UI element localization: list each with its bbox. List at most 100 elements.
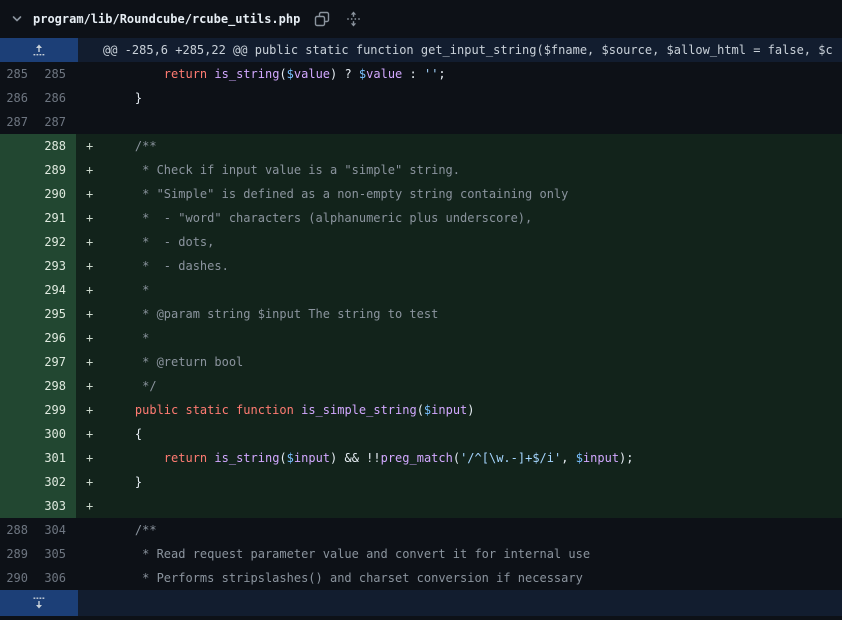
diff-row: 288304 /** bbox=[0, 518, 842, 542]
old-line-number[interactable] bbox=[0, 302, 38, 326]
old-line-number[interactable] bbox=[0, 374, 38, 398]
diff-row: 285285 return is_string($value) ? $value… bbox=[0, 62, 842, 86]
code-line: * Performs stripslashes() and charset co… bbox=[106, 566, 842, 590]
new-line-number[interactable]: 305 bbox=[38, 542, 76, 566]
chevron-down-icon[interactable] bbox=[10, 12, 24, 26]
diff-row: 297+ * @return bool bbox=[0, 350, 842, 374]
diff-row: 302+ } bbox=[0, 470, 842, 494]
diff-row: 289305 * Read request parameter value an… bbox=[0, 542, 842, 566]
old-line-number[interactable] bbox=[0, 422, 38, 446]
code-line: * Check if input value is a "simple" str… bbox=[106, 158, 842, 182]
code-line: * - dashes. bbox=[106, 254, 842, 278]
diff-marker: + bbox=[76, 398, 106, 422]
file-header: program/lib/Roundcube/rcube_utils.php bbox=[0, 0, 842, 38]
old-line-number[interactable]: 288 bbox=[0, 518, 38, 542]
code-line: * @param string $input The string to tes… bbox=[106, 302, 842, 326]
old-line-number[interactable] bbox=[0, 134, 38, 158]
diff-marker bbox=[76, 86, 106, 110]
new-line-number[interactable]: 292 bbox=[38, 230, 76, 254]
new-line-number[interactable]: 295 bbox=[38, 302, 76, 326]
old-line-number[interactable]: 286 bbox=[0, 86, 38, 110]
diff-row: 287287 bbox=[0, 110, 842, 134]
code-line bbox=[106, 494, 842, 518]
code-line: public static function is_simple_string(… bbox=[106, 398, 842, 422]
new-line-number[interactable]: 296 bbox=[38, 326, 76, 350]
diff-row: 290306 * Performs stripslashes() and cha… bbox=[0, 566, 842, 590]
new-line-number[interactable]: 291 bbox=[38, 206, 76, 230]
diff-marker: + bbox=[76, 134, 106, 158]
diff-row: 290+ * "Simple" is defined as a non-empt… bbox=[0, 182, 842, 206]
new-line-number[interactable]: 297 bbox=[38, 350, 76, 374]
new-line-number[interactable]: 302 bbox=[38, 470, 76, 494]
diff-row: 288+ /** bbox=[0, 134, 842, 158]
code-line: return is_string($value) ? $value : ''; bbox=[106, 62, 842, 86]
code-line: } bbox=[106, 470, 842, 494]
expand-down-button[interactable] bbox=[0, 590, 78, 616]
diff-viewer: program/lib/Roundcube/rcube_utils.php bbox=[0, 0, 842, 620]
old-line-number[interactable] bbox=[0, 494, 38, 518]
new-line-number[interactable]: 301 bbox=[38, 446, 76, 470]
diff-marker: + bbox=[76, 422, 106, 446]
old-line-number[interactable] bbox=[0, 446, 38, 470]
old-line-number[interactable] bbox=[0, 278, 38, 302]
new-line-number[interactable]: 290 bbox=[38, 182, 76, 206]
diff-row: 293+ * - dashes. bbox=[0, 254, 842, 278]
old-line-number[interactable]: 285 bbox=[0, 62, 38, 86]
diff-row: 303+ bbox=[0, 494, 842, 518]
new-line-number[interactable]: 298 bbox=[38, 374, 76, 398]
code-line: /** bbox=[106, 518, 842, 542]
old-line-number[interactable] bbox=[0, 326, 38, 350]
old-line-number[interactable] bbox=[0, 470, 38, 494]
old-line-number[interactable] bbox=[0, 158, 38, 182]
new-line-number[interactable]: 289 bbox=[38, 158, 76, 182]
code-line: * bbox=[106, 278, 842, 302]
diff-marker: + bbox=[76, 182, 106, 206]
old-line-number[interactable] bbox=[0, 182, 38, 206]
diff-marker: + bbox=[76, 374, 106, 398]
old-line-number[interactable] bbox=[0, 206, 38, 230]
hunk-text: @@ -285,6 +285,22 @@ public static funct… bbox=[78, 38, 842, 62]
new-line-number[interactable]: 293 bbox=[38, 254, 76, 278]
diff-row: 300+ { bbox=[0, 422, 842, 446]
copy-icon[interactable] bbox=[313, 10, 331, 28]
old-line-number[interactable] bbox=[0, 398, 38, 422]
bottom-edge bbox=[0, 616, 842, 620]
diff-body: 285285 return is_string($value) ? $value… bbox=[0, 62, 842, 590]
new-line-number[interactable]: 286 bbox=[38, 86, 76, 110]
old-line-number[interactable]: 290 bbox=[0, 566, 38, 590]
new-line-number[interactable]: 285 bbox=[38, 62, 76, 86]
code-line bbox=[106, 110, 842, 134]
diff-marker: + bbox=[76, 446, 106, 470]
new-line-number[interactable]: 287 bbox=[38, 110, 76, 134]
expand-down-bar bbox=[0, 590, 842, 616]
new-line-number[interactable]: 303 bbox=[38, 494, 76, 518]
old-line-number[interactable] bbox=[0, 230, 38, 254]
expand-vertical-icon[interactable] bbox=[344, 10, 362, 28]
diff-row: 298+ */ bbox=[0, 374, 842, 398]
new-line-number[interactable]: 306 bbox=[38, 566, 76, 590]
diff-row: 291+ * - "word" characters (alphanumeric… bbox=[0, 206, 842, 230]
old-line-number[interactable] bbox=[0, 350, 38, 374]
diff-marker: + bbox=[76, 302, 106, 326]
old-line-number[interactable]: 287 bbox=[0, 110, 38, 134]
expand-up-icon bbox=[32, 43, 46, 57]
code-line: * bbox=[106, 326, 842, 350]
code-line: { bbox=[106, 422, 842, 446]
diff-marker: + bbox=[76, 206, 106, 230]
diff-marker bbox=[76, 110, 106, 134]
code-line: * "Simple" is defined as a non-empty str… bbox=[106, 182, 842, 206]
expand-up-button[interactable] bbox=[0, 38, 78, 62]
diff-marker: + bbox=[76, 470, 106, 494]
old-line-number[interactable] bbox=[0, 254, 38, 278]
diff-row: 289+ * Check if input value is a "simple… bbox=[0, 158, 842, 182]
diff-marker bbox=[76, 62, 106, 86]
new-line-number[interactable]: 304 bbox=[38, 518, 76, 542]
diff-marker bbox=[76, 566, 106, 590]
new-line-number[interactable]: 300 bbox=[38, 422, 76, 446]
old-line-number[interactable]: 289 bbox=[0, 542, 38, 566]
new-line-number[interactable]: 294 bbox=[38, 278, 76, 302]
hunk-header: @@ -285,6 +285,22 @@ public static funct… bbox=[0, 38, 842, 62]
code-line: * - dots, bbox=[106, 230, 842, 254]
new-line-number[interactable]: 288 bbox=[38, 134, 76, 158]
new-line-number[interactable]: 299 bbox=[38, 398, 76, 422]
